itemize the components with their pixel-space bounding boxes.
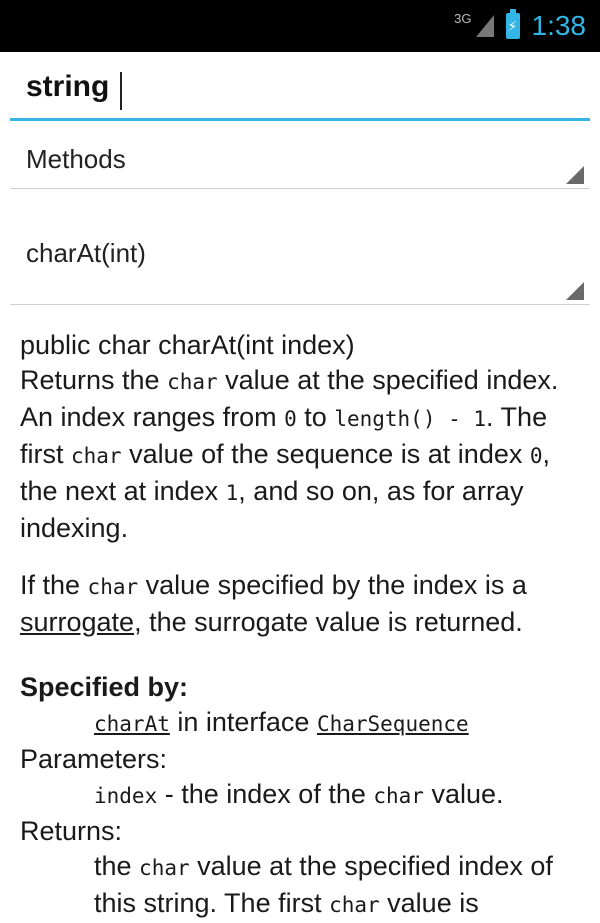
text: Returns the: [20, 365, 168, 395]
returns-heading: Returns:: [20, 816, 123, 846]
signal-icon: [475, 15, 494, 37]
specified-by-heading: Specified by:: [20, 672, 189, 702]
dropdown-arrow-icon: [566, 166, 584, 184]
code: 1: [225, 481, 239, 505]
code: char: [329, 893, 380, 917]
returns-description: the char value at the specified index of…: [20, 849, 585, 923]
code: char: [139, 856, 190, 880]
code: char: [87, 575, 139, 599]
member-spinner[interactable]: charAt(int): [10, 210, 590, 305]
text: value of the sequence is at index: [121, 439, 530, 469]
text: , the surrogate value is returned.: [134, 607, 523, 637]
battery-icon: ⚡: [505, 9, 520, 39]
text: value specified by the index is a: [138, 570, 527, 600]
charat-link[interactable]: charAt: [94, 712, 170, 736]
text: If the: [20, 570, 88, 600]
text: the: [94, 851, 140, 881]
category-spinner-label: Methods: [26, 144, 126, 174]
surrogate-paragraph: If the char value specified by the index…: [20, 568, 585, 640]
text-cursor: [120, 72, 122, 110]
parameters-heading: Parameters:: [20, 744, 168, 774]
code: char: [167, 370, 218, 394]
method-signature: public char charAt(int index): [20, 330, 355, 360]
search-input[interactable]: [26, 70, 566, 104]
text: value.: [423, 779, 504, 809]
code: 0: [284, 407, 297, 431]
param-name: index: [94, 784, 158, 808]
parameter-description: index - the index of the char value.: [20, 777, 585, 814]
description-paragraph: Returns the char value at the specified …: [20, 363, 585, 546]
category-spinner[interactable]: Methods: [10, 130, 590, 189]
dropdown-arrow-icon: [566, 282, 584, 300]
code: 0: [529, 444, 543, 468]
text: value is: [379, 888, 479, 918]
documentation-content: public char charAt(int index) Returns th…: [20, 328, 585, 923]
text: in interface: [169, 707, 317, 737]
search-field[interactable]: [10, 62, 590, 121]
code: char: [71, 444, 122, 468]
code: char: [373, 784, 424, 808]
specified-by-value: charAt in interface CharSequence: [20, 705, 585, 742]
member-spinner-label: charAt(int): [26, 238, 146, 268]
network-type: 3G: [454, 10, 472, 26]
charsequence-link[interactable]: CharSequence: [317, 712, 469, 736]
status-bar: 3G ⚡ 1:38: [0, 0, 600, 52]
code: length() - 1: [334, 407, 487, 431]
surrogate-link[interactable]: surrogate: [20, 607, 134, 637]
clock: 1:38: [531, 10, 587, 41]
text: - the index of the: [157, 779, 374, 809]
text: to: [296, 402, 335, 432]
